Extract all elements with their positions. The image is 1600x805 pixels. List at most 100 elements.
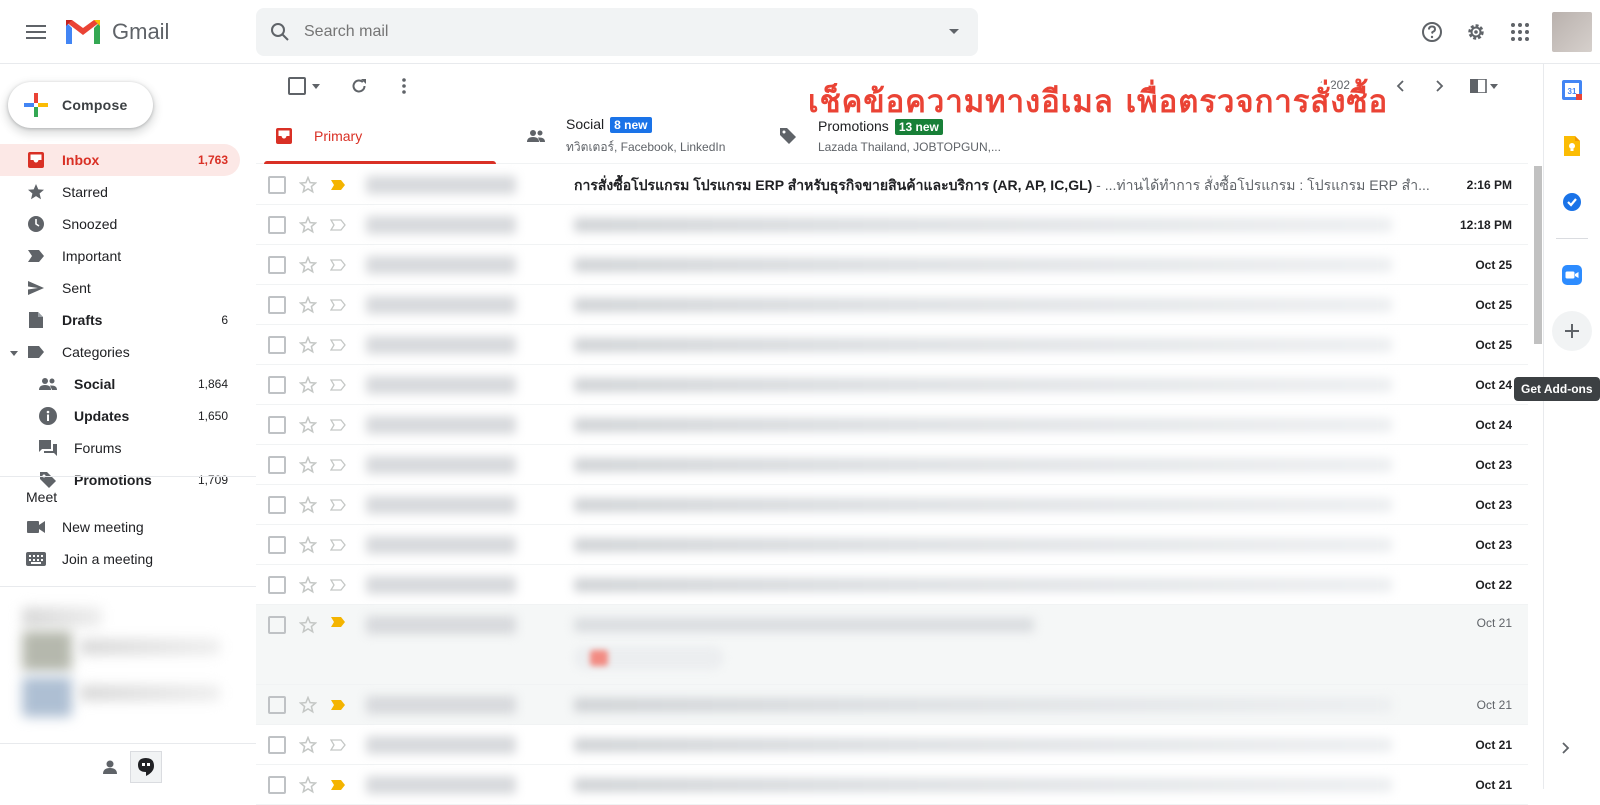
email-row[interactable]: Oct 21 [256,605,1528,685]
email-row[interactable]: Oct 25 [256,285,1528,325]
support-button[interactable] [1410,10,1454,54]
search-bar[interactable] [256,8,978,56]
sidebar-item-starred[interactable]: Starred [0,176,240,208]
email-row[interactable]: Oct 23 [256,445,1528,485]
compose-button[interactable]: Compose [8,82,153,128]
calendar-button[interactable]: 31 [1552,70,1592,110]
keep-button[interactable] [1552,126,1592,166]
tasks-button[interactable] [1552,182,1592,222]
join-meeting-button[interactable]: Join a meeting [0,543,256,575]
star-toggle[interactable] [298,255,318,274]
email-row[interactable]: Oct 25 [256,245,1528,285]
list-scrollbar[interactable] [1534,166,1542,344]
search-input[interactable] [304,23,930,41]
row-checkbox[interactable] [268,495,286,514]
get-addons-button[interactable] [1552,311,1592,351]
email-row[interactable]: การสั่งซื้อโปรแกรม โปรแกรม ERP สำหรับธุร… [256,165,1528,205]
importance-marker[interactable] [328,218,348,231]
importance-marker[interactable] [328,338,348,351]
sidebar-item-categories[interactable]: Categories [0,336,240,368]
email-row[interactable]: Oct 23 [256,485,1528,525]
email-row[interactable]: Oct 23 [256,525,1528,565]
importance-marker[interactable] [328,458,348,471]
row-checkbox[interactable] [268,255,286,274]
row-checkbox[interactable] [268,215,286,234]
more-options-button[interactable] [384,66,424,106]
row-checkbox[interactable] [268,616,286,634]
email-row[interactable]: Oct 24 [256,405,1528,445]
importance-marker[interactable] [328,738,348,751]
star-toggle[interactable] [298,175,318,194]
importance-marker[interactable] [328,498,348,511]
star-toggle[interactable] [298,295,318,314]
contacts-button[interactable] [94,751,126,783]
row-checkbox[interactable] [268,175,286,194]
importance-marker[interactable] [328,578,348,591]
gmail-logo[interactable]: Gmail [64,16,169,48]
row-checkbox[interactable] [268,295,286,314]
email-row[interactable]: Oct 21 [256,685,1528,725]
star-toggle[interactable] [298,695,318,714]
row-checkbox[interactable] [268,455,286,474]
star-toggle[interactable] [298,775,318,794]
star-toggle[interactable] [298,575,318,594]
tab-social[interactable]: Social 8 new ทวิตเตอร์, Facebook, LinkedI… [508,108,748,164]
star-toggle[interactable] [298,495,318,514]
sidebar-item-snoozed[interactable]: Snoozed [0,208,240,240]
sidebar-item-drafts[interactable]: Drafts 6 [0,304,240,336]
account-avatar[interactable] [1552,12,1592,52]
email-row[interactable]: Oct 22 [256,565,1528,605]
importance-marker[interactable] [328,258,348,271]
importance-marker[interactable] [328,616,348,628]
zoom-addon-button[interactable] [1552,255,1592,295]
row-checkbox[interactable] [268,575,286,594]
settings-button[interactable] [1454,10,1498,54]
email-row[interactable]: Oct 21 [256,725,1528,765]
star-toggle[interactable] [298,616,318,634]
refresh-button[interactable] [334,66,384,106]
row-checkbox[interactable] [268,415,286,434]
sidebar-item-sent[interactable]: Sent [0,272,240,304]
star-toggle[interactable] [298,335,318,354]
row-checkbox[interactable] [268,735,286,754]
sidebar-item-social[interactable]: Social 1,864 [0,368,240,400]
sidebar-item-forums[interactable]: Forums [0,432,240,464]
importance-marker[interactable] [328,298,348,311]
email-row[interactable]: Oct 21 [256,765,1528,805]
select-all-checkbox[interactable] [256,66,306,106]
sidebar-item-important[interactable]: Important [0,240,240,272]
search-button[interactable] [256,22,304,42]
email-row[interactable]: Oct 24 [256,365,1528,405]
row-checkbox[interactable] [268,775,286,794]
tab-promotions[interactable]: Promotions 13 new Lazada Thailand, JOBTOP… [760,108,1020,164]
star-toggle[interactable] [298,415,318,434]
search-options-button[interactable] [930,28,978,36]
sidebar-item-inbox[interactable]: Inbox 1,763 [0,144,240,176]
show-side-panel-button[interactable] [1562,741,1570,759]
importance-marker[interactable] [328,538,348,551]
star-toggle[interactable] [298,735,318,754]
email-row[interactable]: 12:18 PM [256,205,1528,245]
older-button[interactable] [1420,66,1460,106]
sidebar-item-updates[interactable]: Updates 1,650 [0,400,240,432]
tab-primary[interactable]: Primary [256,108,496,164]
importance-marker[interactable] [328,378,348,391]
collapse-caret-icon[interactable] [10,344,18,360]
main-menu-button[interactable] [16,14,56,50]
star-toggle[interactable] [298,535,318,554]
row-checkbox[interactable] [268,695,286,714]
importance-marker[interactable] [328,418,348,431]
importance-marker[interactable] [328,699,348,711]
star-toggle[interactable] [298,455,318,474]
split-pane-button[interactable] [1460,66,1508,106]
row-checkbox[interactable] [268,335,286,354]
importance-marker[interactable] [328,179,348,191]
hangouts-button[interactable] [130,750,162,783]
row-checkbox[interactable] [268,535,286,554]
email-row[interactable]: Oct 25 [256,325,1528,365]
row-checkbox[interactable] [268,375,286,394]
new-meeting-button[interactable]: New meeting [0,511,256,543]
star-toggle[interactable] [298,215,318,234]
select-options-button[interactable] [306,66,326,106]
star-toggle[interactable] [298,375,318,394]
